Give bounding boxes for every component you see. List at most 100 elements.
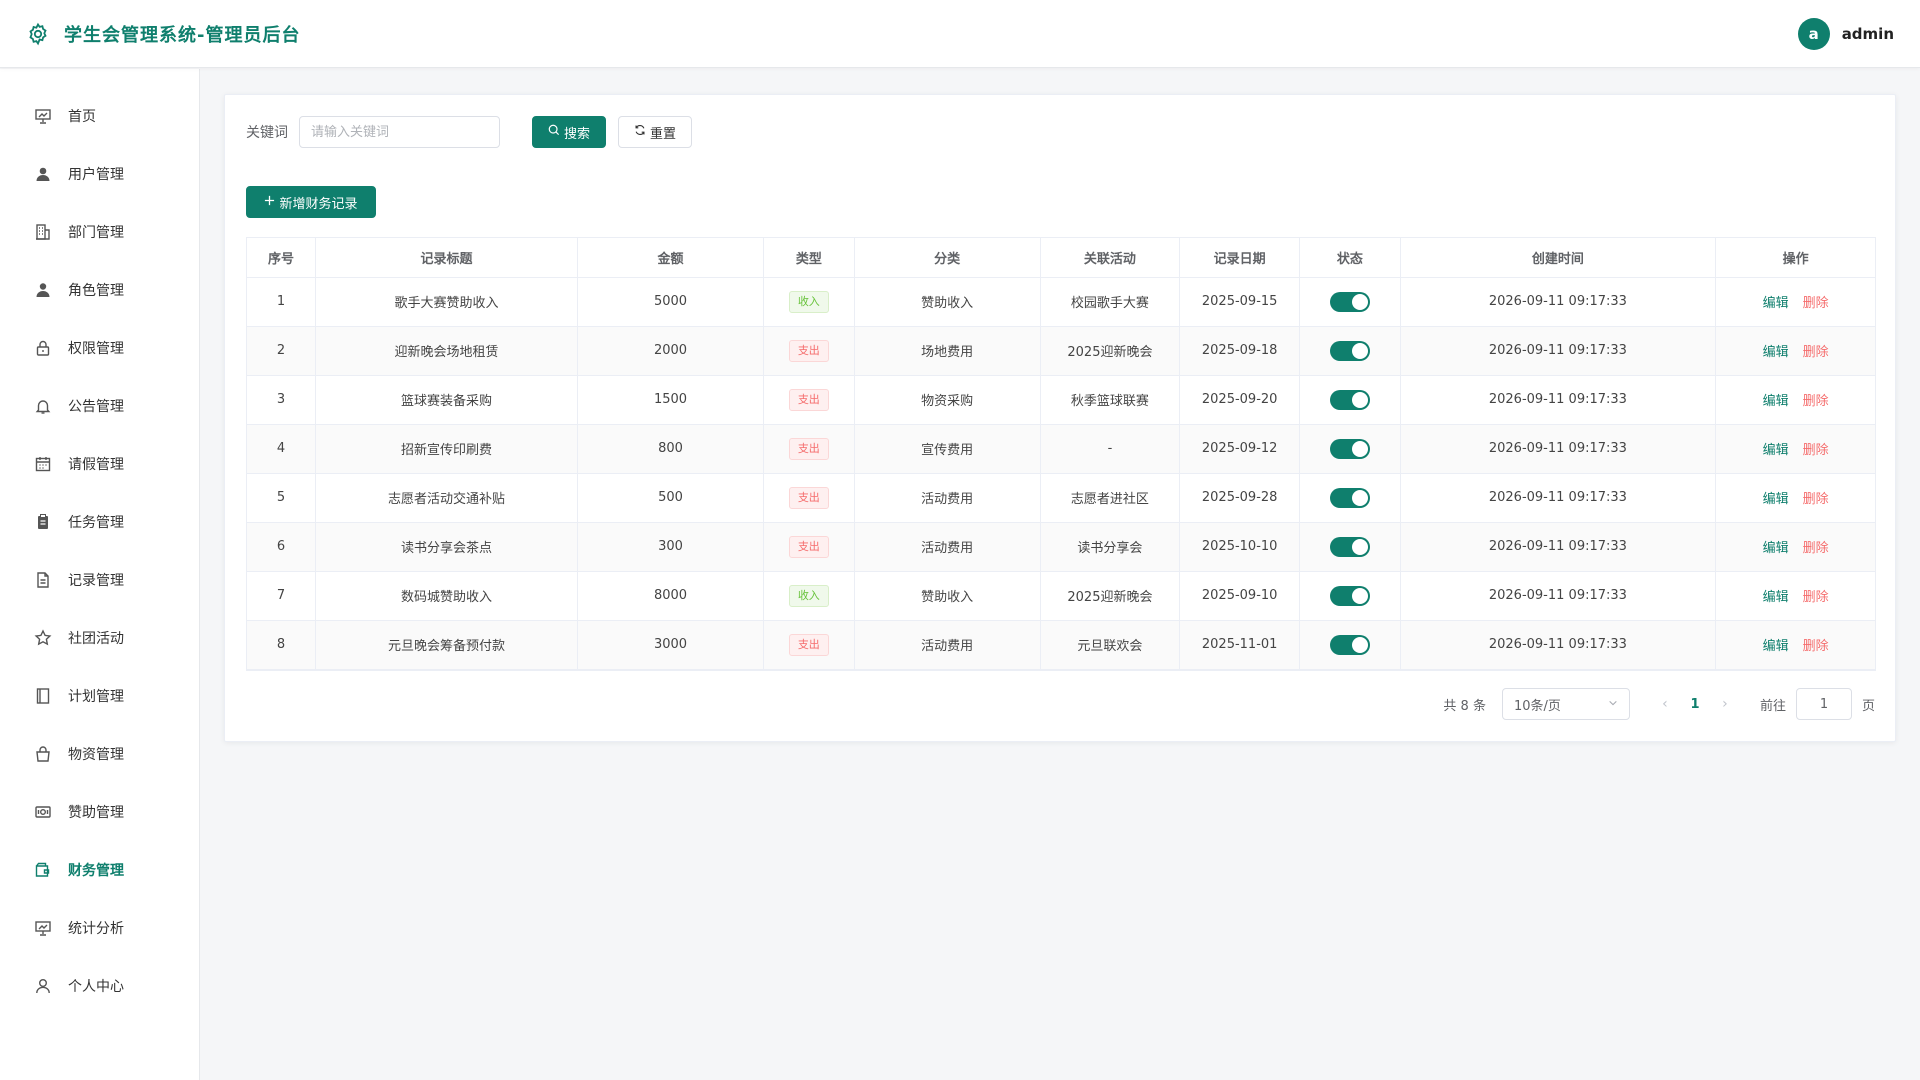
cell-category: 场地费用: [854, 326, 1041, 376]
delete-link[interactable]: 删除: [1803, 541, 1829, 556]
sidebar-item-13[interactable]: 财务管理: [0, 841, 199, 899]
sidebar-item-9[interactable]: 社团活动: [0, 609, 199, 667]
add-button-label: 新增财务记录: [279, 196, 358, 212]
type-badge: 支出: [788, 633, 829, 656]
sidebar-item-11[interactable]: 物资管理: [0, 725, 199, 783]
status-toggle[interactable]: [1329, 634, 1370, 655]
status-toggle[interactable]: [1329, 487, 1370, 508]
gear-icon: [26, 22, 50, 46]
cell-created: 2026-09-11 09:17:33: [1400, 424, 1717, 474]
user-menu[interactable]: a admin: [1797, 17, 1894, 50]
sidebar-item-label: 请假管理: [68, 457, 124, 473]
status-toggle[interactable]: [1329, 585, 1370, 606]
status-toggle[interactable]: [1329, 389, 1370, 410]
status-toggle[interactable]: [1329, 438, 1370, 459]
delete-link[interactable]: 删除: [1803, 492, 1829, 507]
edit-link[interactable]: 编辑: [1763, 590, 1789, 605]
cell-title: 元旦晚会筹备预付款: [315, 620, 578, 670]
sidebar-item-8[interactable]: 记录管理: [0, 551, 199, 609]
next-page-button[interactable]: ›: [1710, 696, 1740, 712]
cell-created: 2026-09-11 09:17:33: [1400, 473, 1717, 523]
sidebar-item-4[interactable]: 权限管理: [0, 319, 199, 377]
sidebar-item-2[interactable]: 部门管理: [0, 203, 199, 261]
sidebar-item-12[interactable]: 赞助管理: [0, 783, 199, 841]
avatar[interactable]: a: [1797, 17, 1830, 50]
cell-activity: 校园歌手大赛: [1040, 277, 1181, 327]
sidebar-item-label: 个人中心: [68, 979, 124, 995]
total-count: 共 8 条: [1443, 698, 1486, 714]
cell-no: 2: [247, 326, 317, 376]
cell-no: 5: [247, 473, 317, 523]
delete-link[interactable]: 删除: [1803, 639, 1829, 654]
delete-link[interactable]: 删除: [1803, 590, 1829, 605]
add-finance-record-button[interactable]: 新增财务记录: [246, 186, 376, 218]
sidebar-item-label: 角色管理: [68, 283, 124, 299]
prev-page-button[interactable]: ‹: [1650, 696, 1680, 712]
edit-link[interactable]: 编辑: [1763, 345, 1789, 360]
cell-category: 赞助收入: [854, 571, 1041, 621]
table-row: 3 篮球赛装备采购 1500 支出 物资采购 秋季篮球联赛 2025-09-20 2026-0…: [247, 375, 1875, 425]
goto-label: 前往: [1759, 698, 1786, 714]
sidebar-item-5[interactable]: 公告管理: [0, 377, 199, 435]
sidebar-item-1[interactable]: 用户管理: [0, 145, 199, 203]
column-header: 关联活动: [1040, 238, 1181, 278]
cell-status: [1299, 620, 1401, 670]
reset-button[interactable]: 重置: [618, 116, 692, 148]
edit-link[interactable]: 编辑: [1763, 639, 1789, 654]
keyword-input[interactable]: [299, 116, 500, 148]
status-toggle[interactable]: [1329, 340, 1370, 361]
document-icon: [34, 571, 52, 589]
type-badge: 收入: [788, 290, 829, 313]
status-toggle[interactable]: [1329, 291, 1370, 312]
goto-page-input[interactable]: [1795, 688, 1852, 720]
cell-category: 活动费用: [854, 473, 1041, 523]
sidebar-item-10[interactable]: 计划管理: [0, 667, 199, 725]
cell-amount: 2000: [577, 326, 765, 376]
search-button[interactable]: 搜索: [532, 116, 606, 148]
cell-title: 数码城赞助收入: [315, 571, 578, 621]
user-icon: [34, 165, 52, 183]
delete-link[interactable]: 删除: [1803, 345, 1829, 360]
cell-activity: 2025迎新晚会: [1040, 326, 1181, 376]
sidebar-item-label: 记录管理: [68, 573, 124, 589]
edit-link[interactable]: 编辑: [1763, 541, 1789, 556]
cell-title: 招新宣传印刷费: [315, 424, 578, 474]
table-row: 1 歌手大赛赞助收入 5000 收入 赞助收入 校园歌手大赛 2025-09-15 2026-…: [247, 277, 1875, 327]
sidebar-item-14[interactable]: 统计分析: [0, 899, 199, 957]
cell-no: 1: [247, 277, 317, 327]
edit-link[interactable]: 编辑: [1763, 443, 1789, 458]
cell-created: 2026-09-11 09:17:33: [1400, 326, 1717, 376]
sidebar-item-label: 首页: [68, 109, 96, 125]
username[interactable]: admin: [1842, 25, 1894, 43]
sidebar-item-15[interactable]: 个人中心: [0, 957, 199, 1015]
search-bar: 关键词 搜索 重置: [246, 116, 692, 148]
sidebar-item-6[interactable]: 请假管理: [0, 435, 199, 493]
delete-link[interactable]: 删除: [1803, 394, 1829, 409]
cell-activity: 元旦联欢会: [1040, 620, 1181, 670]
cell-category: 物资采购: [854, 375, 1041, 425]
cell-actions: 编辑 删除: [1715, 620, 1875, 670]
delete-link[interactable]: 删除: [1803, 443, 1829, 458]
sidebar-item-7[interactable]: 任务管理: [0, 493, 199, 551]
delete-link[interactable]: 删除: [1803, 296, 1829, 311]
column-header: 操作: [1715, 238, 1875, 278]
lock-icon: [34, 339, 52, 357]
edit-link[interactable]: 编辑: [1763, 492, 1789, 507]
sidebar-item-3[interactable]: 角色管理: [0, 261, 199, 319]
page-size-select[interactable]: 10条/页: [1501, 688, 1630, 720]
sidebar-item-0[interactable]: 首页: [0, 87, 199, 145]
edit-link[interactable]: 编辑: [1763, 296, 1789, 311]
cell-date: 2025-09-20: [1179, 375, 1301, 425]
bag-icon: [34, 745, 52, 763]
page-number-current[interactable]: 1: [1680, 697, 1710, 712]
status-toggle[interactable]: [1329, 536, 1370, 557]
cell-amount: 5000: [577, 277, 765, 327]
cell-activity: -: [1040, 424, 1181, 474]
cell-actions: 编辑 删除: [1715, 473, 1875, 523]
edit-link[interactable]: 编辑: [1763, 394, 1789, 409]
cell-actions: 编辑 删除: [1715, 277, 1875, 327]
money-icon: [34, 803, 52, 821]
wallet-icon: [34, 861, 52, 879]
cell-amount: 300: [577, 522, 765, 572]
building-icon: [34, 223, 52, 241]
